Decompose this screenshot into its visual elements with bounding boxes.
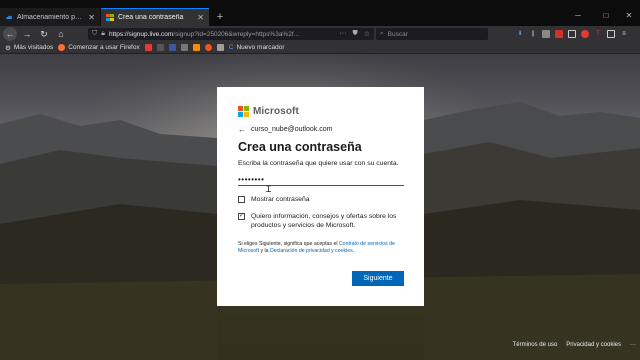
gear-icon: ⚙ [5,44,11,52]
offers-label: Quiero información, consejos y ofertas s… [251,213,397,229]
home-icon[interactable]: ⌂ [54,27,68,41]
lock-icon[interactable]: 🔒︎ [101,30,105,38]
bookmark-icon: C [228,44,234,51]
download-icon[interactable]: ⬇ [516,30,524,38]
onedrive-icon [5,13,13,21]
account-email: curso_nube@outlook.com [251,126,333,133]
minimize-button[interactable]: ─ [568,8,588,24]
bookmark-comenzar-firefox[interactable]: Comenzar a usar Firefox [58,44,140,51]
bookmark-label: Comenzar a usar Firefox [68,44,140,51]
legal-suffix: . [352,248,355,254]
search-icon: ⌕ [380,30,384,37]
bookmark-nuevo-marcador[interactable]: C Nuevo marcador [229,44,285,51]
url-path: /signup?id=250206&wreply=https%3a%2f... [173,30,300,38]
reader-icon[interactable] [568,30,576,38]
more-options-icon[interactable]: ··· [630,342,636,348]
page-footer: Términos de uso Privacidad y cookies ··· [513,342,636,348]
offers-checkbox[interactable]: ✓ [238,213,245,220]
legal-text: Si eliges Siguiente, significa que acept… [238,241,404,255]
show-password-label: Mostrar contraseña [251,196,310,203]
legal-mid: y la [259,248,271,254]
library-icon[interactable]: ∥ [529,30,537,38]
pocket-icon[interactable]: ⛊ [352,30,357,38]
bookmark-icon[interactable] [216,44,224,51]
t-extension-icon[interactable]: T [594,30,602,38]
bookmark-icon[interactable] [156,44,164,51]
youtube-icon[interactable] [144,44,152,51]
url-domain: https://signup.live.com [108,30,174,38]
back-icon[interactable]: ← [3,27,17,41]
close-tab-icon[interactable]: ✕ [88,13,95,22]
tab-title: Almacenamiento personal en [17,13,85,21]
firefox-icon [58,44,66,51]
close-tab-icon[interactable]: ✕ [197,13,204,22]
legal-prefix: Si eliges Siguiente, significa que acept… [238,241,339,247]
tab-crea-contrasena[interactable]: Crea una contraseña ✕ [101,8,209,26]
forward-icon[interactable]: → [20,27,34,41]
extension-icon[interactable] [542,30,550,38]
tab-strip: Almacenamiento personal en ✕ Crea una co… [0,0,640,26]
shield-icon[interactable]: ⛉ [92,30,97,38]
more-actions-icon[interactable]: ··· [339,30,346,38]
abp-icon[interactable] [555,30,563,38]
brand-name: Microsoft [253,105,299,117]
search-input[interactable]: ⌕ Buscar [376,28,488,40]
show-password-option[interactable]: Mostrar contraseña [238,195,404,204]
tab-almacenamiento[interactable]: Almacenamiento personal en ✕ [0,8,100,26]
bookmark-icon[interactable] [192,44,200,51]
navigation-toolbar: ← → ↻ ⌂ ⛉ 🔒︎ https://signup.live.com/sig… [0,26,640,42]
offers-option[interactable]: ✓ Quiero información, consejos y ofertas… [238,212,404,230]
star-icon[interactable]: ☆ [364,30,370,38]
terms-link[interactable]: Términos de uso [513,342,558,348]
next-button[interactable]: Siguiente [352,271,404,286]
record-icon[interactable] [581,30,589,38]
title-bar [0,0,640,8]
password-field[interactable] [238,173,404,186]
create-password-dialog: Microsoft ← curso_nube@outlook.com Crea … [217,87,424,306]
bookmark-label: Más visitados [13,44,54,51]
show-password-checkbox[interactable] [238,196,245,203]
extension-toolbar: ⬇ ∥ T ≡ [516,28,628,40]
page-title: Crea una contraseña [238,140,362,154]
description-text: Escriba la contraseña que quiere usar co… [238,160,399,167]
microsoft-icon [238,105,249,117]
text-cursor-icon: Ɪ [266,184,272,194]
new-tab-button[interactable]: + [213,8,227,26]
facebook-icon[interactable] [168,44,176,51]
sidebar-icon[interactable] [607,30,615,38]
search-placeholder: Buscar [387,30,408,38]
privacy-statement-link[interactable]: Declaración de privacidad y cookies [270,248,353,254]
bookmarks-toolbar: ⚙ Más visitados Comenzar a usar Firefox … [0,42,640,54]
address-bar[interactable]: ⛉ 🔒︎ https://signup.live.com/signup?id=2… [88,28,374,40]
bookmark-icon[interactable] [204,44,212,51]
microsoft-logo: Microsoft [238,105,404,117]
microsoft-icon [106,13,114,22]
back-arrow-icon[interactable]: ← [238,125,246,134]
close-window-button[interactable]: ✕ [619,8,639,24]
bookmark-label: Nuevo marcador [236,44,285,51]
identity-banner: ← curso_nube@outlook.com [238,125,404,134]
reload-icon[interactable]: ↻ [37,27,51,41]
menu-icon[interactable]: ≡ [620,30,628,38]
tab-title: Crea una contraseña [118,14,184,21]
maximize-button[interactable]: □ [596,8,616,24]
bookmark-mas-visitados[interactable]: ⚙ Más visitados [5,44,53,52]
privacy-link[interactable]: Privacidad y cookies [566,342,621,348]
bookmark-icon[interactable] [180,44,188,51]
